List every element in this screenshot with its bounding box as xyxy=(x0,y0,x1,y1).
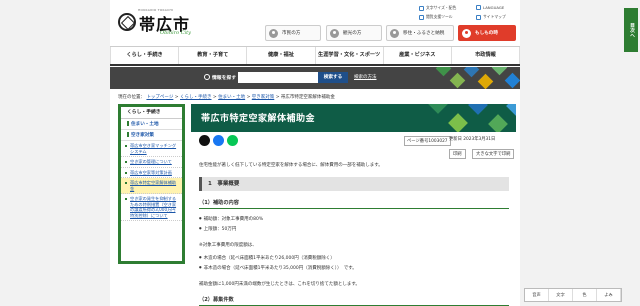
list-item: 補助額：対象工事費用の80% xyxy=(199,216,264,222)
persona-residents-button[interactable]: 市民の方 xyxy=(265,25,321,41)
headphones-icon xyxy=(330,28,339,38)
utility-link-assist[interactable]: 閲覧支援ツール xyxy=(419,14,453,20)
list-item: 木造の場合（延べ床面積1平米あたり26,000円（消費税額除く） xyxy=(199,255,335,261)
line-share-icon[interactable] xyxy=(227,135,238,146)
page-title-banner: 帯広市特定空家解体補助金 xyxy=(191,104,516,132)
sidebar: くらし・手続き 住まい・土地 空き家対策 帯広市空き家マッチングシステム 空き家… xyxy=(118,104,185,264)
tool-color-button[interactable]: 色 xyxy=(573,289,597,301)
breadcrumb: 現在の位置： トップページ > くらし・手続き > 住まい・土地 > 空き家対策… xyxy=(118,95,335,100)
city-seal-icon xyxy=(118,13,136,31)
breadcrumb-link[interactable]: くらし・手続き xyxy=(180,95,212,100)
utility-link-sitemap[interactable]: サイトマップ xyxy=(476,14,506,20)
persona-migration-button[interactable]: 移住・ふるさと納税 xyxy=(386,25,454,41)
sidebar-category-vacant[interactable]: 空き家対策 xyxy=(121,130,182,141)
persona-label: もしもの時 xyxy=(475,31,498,36)
list-item: 上限額：50万円 xyxy=(199,226,237,232)
decorative-shape xyxy=(468,104,488,115)
sidebar-item[interactable]: 帯広市空家等対策計画 xyxy=(121,168,182,178)
persona-label: 市民の方 xyxy=(282,31,301,36)
utility-link-language[interactable]: LANGUAGE xyxy=(476,5,504,10)
search-band: 情報を探す 検索する 検索の方法 xyxy=(110,67,520,89)
alert-icon xyxy=(462,28,471,38)
decorative-shape xyxy=(506,104,516,116)
logo-tagline: Obihiro City xyxy=(160,30,191,36)
page-id: ページ番号1003027 xyxy=(404,136,451,146)
tool-voice-button[interactable]: 音声 xyxy=(525,289,549,301)
gnav-item-health[interactable]: 健康・福祉 xyxy=(247,47,316,64)
sidebar-item[interactable]: 帯広市空き家マッチングシステム xyxy=(121,141,182,157)
sidebar-item-active[interactable]: 帯広市特定空家解体補助金 xyxy=(121,178,182,194)
tool-text-button[interactable]: 文字 xyxy=(549,289,573,301)
gnav-item-culture[interactable]: 生涯学習・文化・スポーツ xyxy=(316,47,384,64)
updated-date: 更新日 2023年3月31日 xyxy=(449,137,496,142)
decorative-pattern xyxy=(430,67,520,89)
gnav-item-city[interactable]: 市政情報 xyxy=(452,47,521,64)
utility-label: LANGUAGE xyxy=(483,5,505,10)
utility-link-font-color[interactable]: 文字サイズ・配色 xyxy=(419,5,456,11)
gnav-item-living[interactable]: くらし・手続き xyxy=(110,47,180,64)
intro-text: 住宅性能が著しく低下している特定空家を解体する場合に、解体費用の一部を補助します… xyxy=(199,163,383,168)
facebook-share-icon[interactable] xyxy=(213,135,224,146)
subsection-heading: （2）募集件数 xyxy=(199,296,509,306)
section-heading: 1 事業概要 xyxy=(199,177,509,191)
gnav-item-business[interactable]: 産業・ビジネス xyxy=(384,47,452,64)
persona-label: 移住・ふるさと納税 xyxy=(403,31,445,36)
search-input[interactable] xyxy=(238,72,318,83)
print-button[interactable]: 印刷 xyxy=(449,149,466,159)
page-container: HOKKAIDO TOKACHI 帯広市 Obihiro City 文字サイズ・… xyxy=(110,0,521,306)
checkbox-icon xyxy=(419,5,424,11)
checkbox-icon xyxy=(419,14,424,20)
search-label: 情報を探す xyxy=(204,74,236,81)
print-large-button[interactable]: 大きな文字で印刷 xyxy=(472,149,515,159)
breadcrumb-prefix: 現在の位置： xyxy=(118,95,145,100)
sidebar-item[interactable]: 空き家の管理について xyxy=(121,157,182,168)
share-buttons xyxy=(199,135,238,146)
house-icon xyxy=(390,28,399,38)
site-logo[interactable]: HOKKAIDO TOKACHI 帯広市 Obihiro City xyxy=(118,8,200,40)
list-item: 非木造の場合（延べ床面積1平米あたり35,000円（消費税額除く）） です。 xyxy=(199,265,357,271)
search-button[interactable]: 検索する xyxy=(318,72,348,83)
global-nav: くらし・手続き 教育・子育て 健康・福祉 生涯学習・文化・スポーツ 産業・ビジネ… xyxy=(110,46,521,66)
persona-label: 観光の方 xyxy=(343,31,362,36)
breadcrumb-link[interactable]: 住まい・土地 xyxy=(218,95,245,100)
x-share-icon[interactable] xyxy=(199,135,210,146)
toc-side-tab[interactable]: 目次へ xyxy=(624,8,638,52)
page-title: 帯広市特定空家解体補助金 xyxy=(201,114,316,124)
decorative-shape xyxy=(448,113,468,132)
gnav-item-education[interactable]: 教育・子育て xyxy=(179,47,248,64)
person-icon xyxy=(269,28,278,38)
search-help-link[interactable]: 検索の方法 xyxy=(354,74,377,80)
breadcrumb-link[interactable]: トップページ xyxy=(146,95,173,100)
decorative-shape xyxy=(428,104,448,114)
note-text: ※対象工事費用の限度額は、 xyxy=(199,243,257,248)
utility-label: サイトマップ xyxy=(483,14,506,19)
tool-reading-button[interactable]: よみ xyxy=(597,289,621,301)
persona-tourists-button[interactable]: 観光の方 xyxy=(326,25,382,41)
decorative-shape xyxy=(488,114,508,132)
utility-label: 文字サイズ・配色 xyxy=(426,5,457,10)
utility-label: 閲覧支援ツール xyxy=(426,14,453,19)
sidebar-category-housing[interactable]: 住まい・土地 xyxy=(121,119,182,130)
persona-emergency-button[interactable]: もしもの時 xyxy=(458,25,516,41)
sitemap-icon xyxy=(476,14,481,20)
sidebar-heading: くらし・手続き xyxy=(121,107,182,119)
sidebar-item[interactable]: 空き家の発生を抑制するための特例措置（空き家の譲渡所得の3,000万円特別控除）… xyxy=(121,194,182,221)
breadcrumb-current: 帯広市特定空家解体補助金 xyxy=(280,95,335,100)
breadcrumb-link[interactable]: 空き家対策 xyxy=(252,95,275,100)
site-header: HOKKAIDO TOKACHI 帯広市 Obihiro City 文字サイズ・… xyxy=(110,0,520,48)
floating-toolbar: 音声 文字 色 よみ xyxy=(524,288,622,302)
subsection-heading: （1）補助の内容 xyxy=(199,199,509,209)
globe-icon xyxy=(476,5,481,10)
note-text: 補助金額に1,000円未満の端数が生じたときは、これを切り捨てた額とします。 xyxy=(199,282,360,287)
